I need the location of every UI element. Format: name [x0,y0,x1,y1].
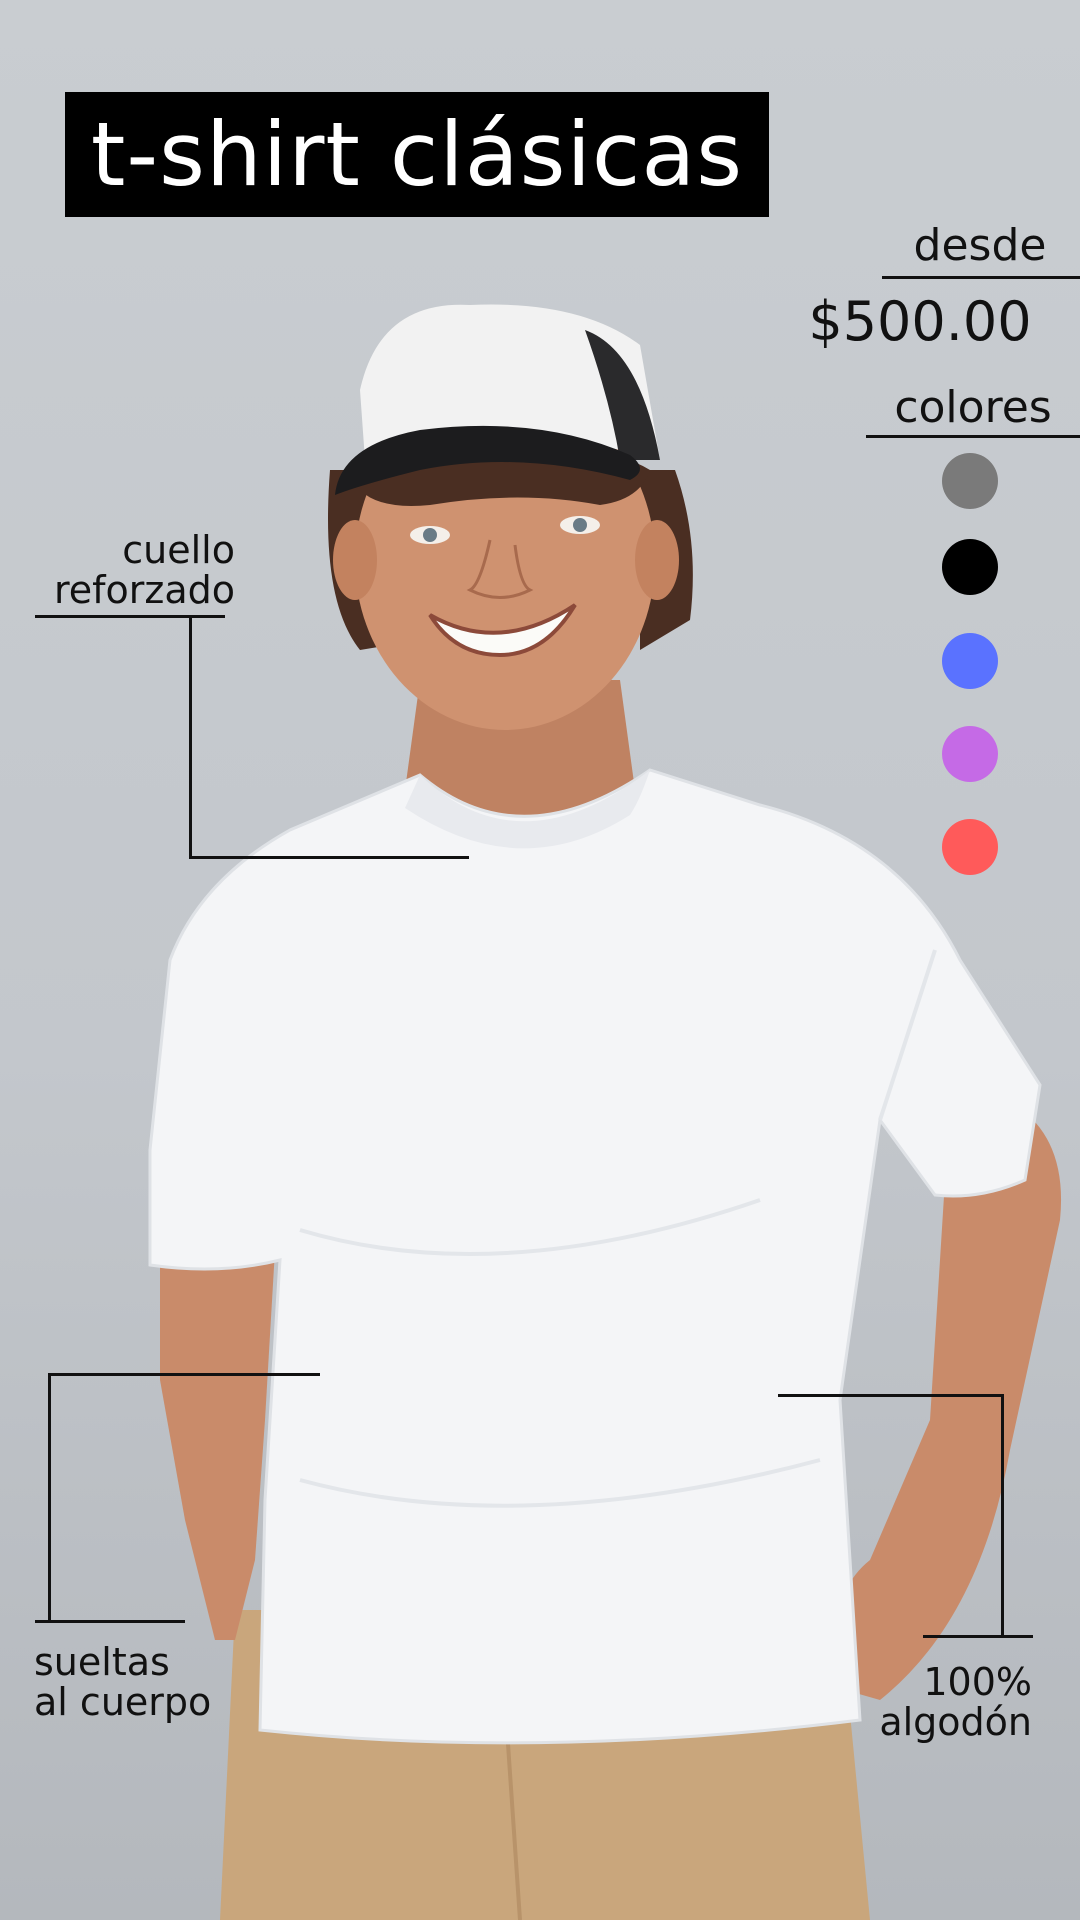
callout-material-line2: algodón [879,1700,1032,1744]
callout-fit: sueltas al cuerpo [34,1642,274,1722]
left-arm [160,1240,275,1640]
callout-fit-line1: sueltas [34,1640,170,1684]
price-amount: $500.00 [808,290,1032,353]
callout-collar-leader-horizontal [189,856,469,859]
page-title: t-shirt clásicas [90,103,744,206]
callout-material-line1: 100% [923,1660,1032,1704]
price-underline [882,276,1080,279]
callout-fit-leader-top [48,1373,320,1376]
title-banner: t-shirt clásicas [65,92,769,217]
callout-collar: cuello reforzado [30,530,235,610]
colors-underline [866,435,1080,438]
callout-fit-line2: al cuerpo [34,1680,212,1724]
callout-collar-line2: reforzado [53,568,235,612]
callout-fit-underline [35,1620,185,1623]
color-swatch-negro[interactable] [942,539,998,595]
color-swatch-gris[interactable] [942,453,998,509]
callout-collar-underline [35,615,225,618]
color-swatch-morado[interactable] [942,726,998,782]
callout-fit-leader-vertical [48,1373,51,1623]
callout-material-underline [923,1635,1033,1638]
callout-material-leader-vertical [1001,1394,1004,1638]
callout-material-leader-top [778,1394,1004,1397]
color-swatch-azul[interactable] [942,633,998,689]
price-from-label: desde [913,220,1047,271]
callout-collar-leader-vertical [189,615,192,859]
color-swatch-rojo[interactable] [942,819,998,875]
model-photo [148,304,1062,1920]
callout-material: 100% algodón [832,1662,1032,1742]
callout-collar-line1: cuello [122,528,235,572]
colors-label: colores [894,382,1052,433]
